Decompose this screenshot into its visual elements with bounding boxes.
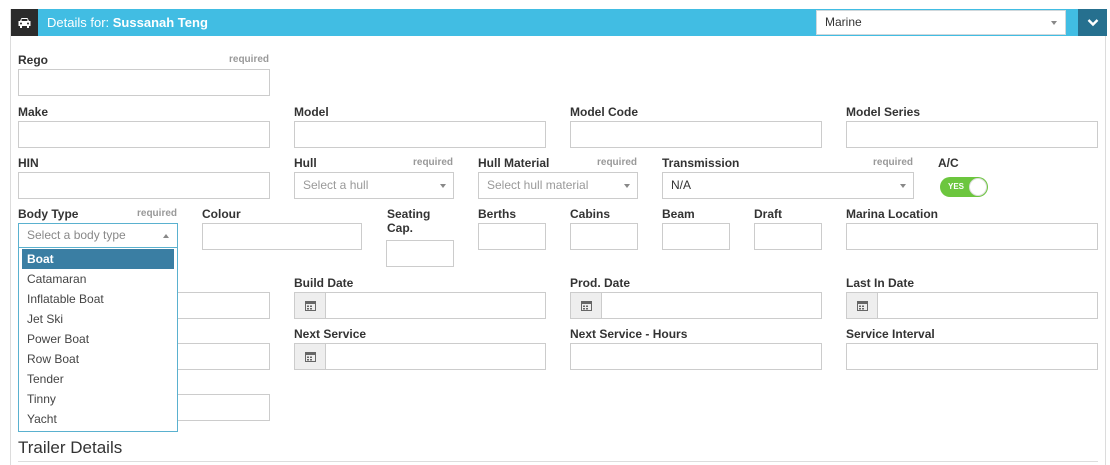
hull-material-required: required xyxy=(597,157,638,168)
body-type-select[interactable]: Select a body type xyxy=(18,223,178,248)
header-title: Details for: Sussanah Teng xyxy=(47,9,208,36)
prod-date-label: Prod. Date xyxy=(570,276,631,290)
cabins-label: Cabins xyxy=(570,207,611,221)
rego-required: required xyxy=(229,54,270,65)
hin-label: HIN xyxy=(18,156,39,170)
prod-date-input[interactable] xyxy=(601,292,822,319)
next-service-input[interactable] xyxy=(325,343,546,370)
body-type-option-tender[interactable]: Tender xyxy=(22,369,174,389)
beam-label: Beam xyxy=(662,207,695,221)
marina-location-label: Marina Location xyxy=(846,207,939,221)
rego-input[interactable] xyxy=(18,69,270,96)
hull-material-select[interactable]: Select hull material xyxy=(478,172,638,199)
draft-input[interactable] xyxy=(754,223,822,250)
make-label: Make xyxy=(18,105,49,119)
calendar-icon[interactable] xyxy=(294,292,326,319)
body-type-option-jet-ski[interactable]: Jet Ski xyxy=(22,309,174,329)
chevron-down-icon xyxy=(900,184,906,188)
body-type-required: required xyxy=(137,208,178,219)
hull-material-placeholder: Select hull material xyxy=(487,178,589,192)
service-interval-label: Service Interval xyxy=(846,327,935,341)
draft-label: Draft xyxy=(754,207,783,221)
colour-label: Colour xyxy=(202,207,241,221)
cabins-input[interactable] xyxy=(570,223,638,250)
next-service-hours-input[interactable] xyxy=(570,343,822,370)
chevron-down-icon xyxy=(1087,19,1098,27)
model-input[interactable] xyxy=(294,121,546,148)
next-service-hours-label: Next Service - Hours xyxy=(570,327,688,341)
vehicle-type-value: Marine xyxy=(825,15,862,29)
hull-select-placeholder: Select a hull xyxy=(303,178,369,192)
body-type-option-power-boat[interactable]: Power Boat xyxy=(22,329,174,349)
body-type-placeholder: Select a body type xyxy=(27,228,126,242)
chevron-up-icon xyxy=(163,234,169,238)
body-type-option-yacht[interactable]: Yacht xyxy=(22,409,174,429)
transmission-required: required xyxy=(873,157,914,168)
model-label: Model xyxy=(294,105,329,119)
calendar-icon[interactable] xyxy=(294,343,326,370)
model-series-label: Model Series xyxy=(846,105,921,119)
service-interval-input[interactable] xyxy=(846,343,1098,370)
berths-label: Berths xyxy=(478,207,517,221)
details-header: Details for: Sussanah Teng Marine xyxy=(11,9,1107,36)
body-type-dropdown: Boat Catamaran Inflatable Boat Jet Ski P… xyxy=(18,247,178,432)
last-in-date-input[interactable] xyxy=(877,292,1098,319)
calendar-icon[interactable] xyxy=(570,292,602,319)
seating-cap-label-line2: Cap. xyxy=(387,221,414,235)
calendar-icon[interactable] xyxy=(846,292,878,319)
customer-name: Sussanah Teng xyxy=(112,15,208,30)
hull-material-label: Hull Material xyxy=(478,156,550,170)
hull-select[interactable]: Select a hull xyxy=(294,172,454,199)
car-icon xyxy=(11,9,38,36)
toggle-knob xyxy=(969,178,987,196)
model-series-input[interactable] xyxy=(846,121,1098,148)
body-type-option-inflatable-boat[interactable]: Inflatable Boat xyxy=(22,289,174,309)
seating-cap-label: Seating Cap. xyxy=(387,207,430,235)
seating-cap-label-line1: Seating xyxy=(387,207,431,221)
ac-toggle[interactable]: YES xyxy=(940,177,988,197)
seating-cap-input[interactable] xyxy=(386,240,454,267)
body-type-option-catamaran[interactable]: Catamaran xyxy=(22,269,174,289)
berths-input[interactable] xyxy=(478,223,546,250)
beam-input[interactable] xyxy=(662,223,730,250)
ac-toggle-text: YES xyxy=(948,182,965,191)
last-in-date-label: Last In Date xyxy=(846,276,915,290)
section-divider xyxy=(18,461,1098,462)
body-type-option-boat[interactable]: Boat xyxy=(22,249,174,269)
transmission-select[interactable]: N/A xyxy=(662,172,914,199)
model-code-label: Model Code xyxy=(570,105,638,119)
hull-label: Hull xyxy=(294,156,317,170)
vehicle-type-select[interactable]: Marine xyxy=(816,10,1066,35)
chevron-down-icon xyxy=(440,184,446,188)
ac-label: A/C xyxy=(938,156,959,170)
marina-location-input[interactable] xyxy=(846,223,1098,250)
body-type-option-tinny[interactable]: Tinny xyxy=(22,389,174,409)
model-code-input[interactable] xyxy=(570,121,822,148)
hull-required: required xyxy=(413,157,454,168)
next-service-label: Next Service xyxy=(294,327,367,341)
transmission-value: N/A xyxy=(671,178,692,192)
build-date-input[interactable] xyxy=(325,292,546,319)
chevron-down-icon xyxy=(1051,21,1057,25)
make-input[interactable] xyxy=(18,121,270,148)
body-type-option-row-boat[interactable]: Row Boat xyxy=(22,349,174,369)
colour-input[interactable] xyxy=(202,223,362,250)
body-type-label: Body Type xyxy=(18,207,79,221)
collapse-button[interactable] xyxy=(1078,9,1107,36)
header-title-prefix: Details for: xyxy=(47,15,110,30)
transmission-label: Transmission xyxy=(662,156,740,170)
trailer-details-heading: Trailer Details xyxy=(18,438,123,457)
rego-label: Rego xyxy=(18,53,48,67)
hin-input[interactable] xyxy=(18,172,270,199)
chevron-down-icon xyxy=(624,184,630,188)
build-date-label: Build Date xyxy=(294,276,354,290)
